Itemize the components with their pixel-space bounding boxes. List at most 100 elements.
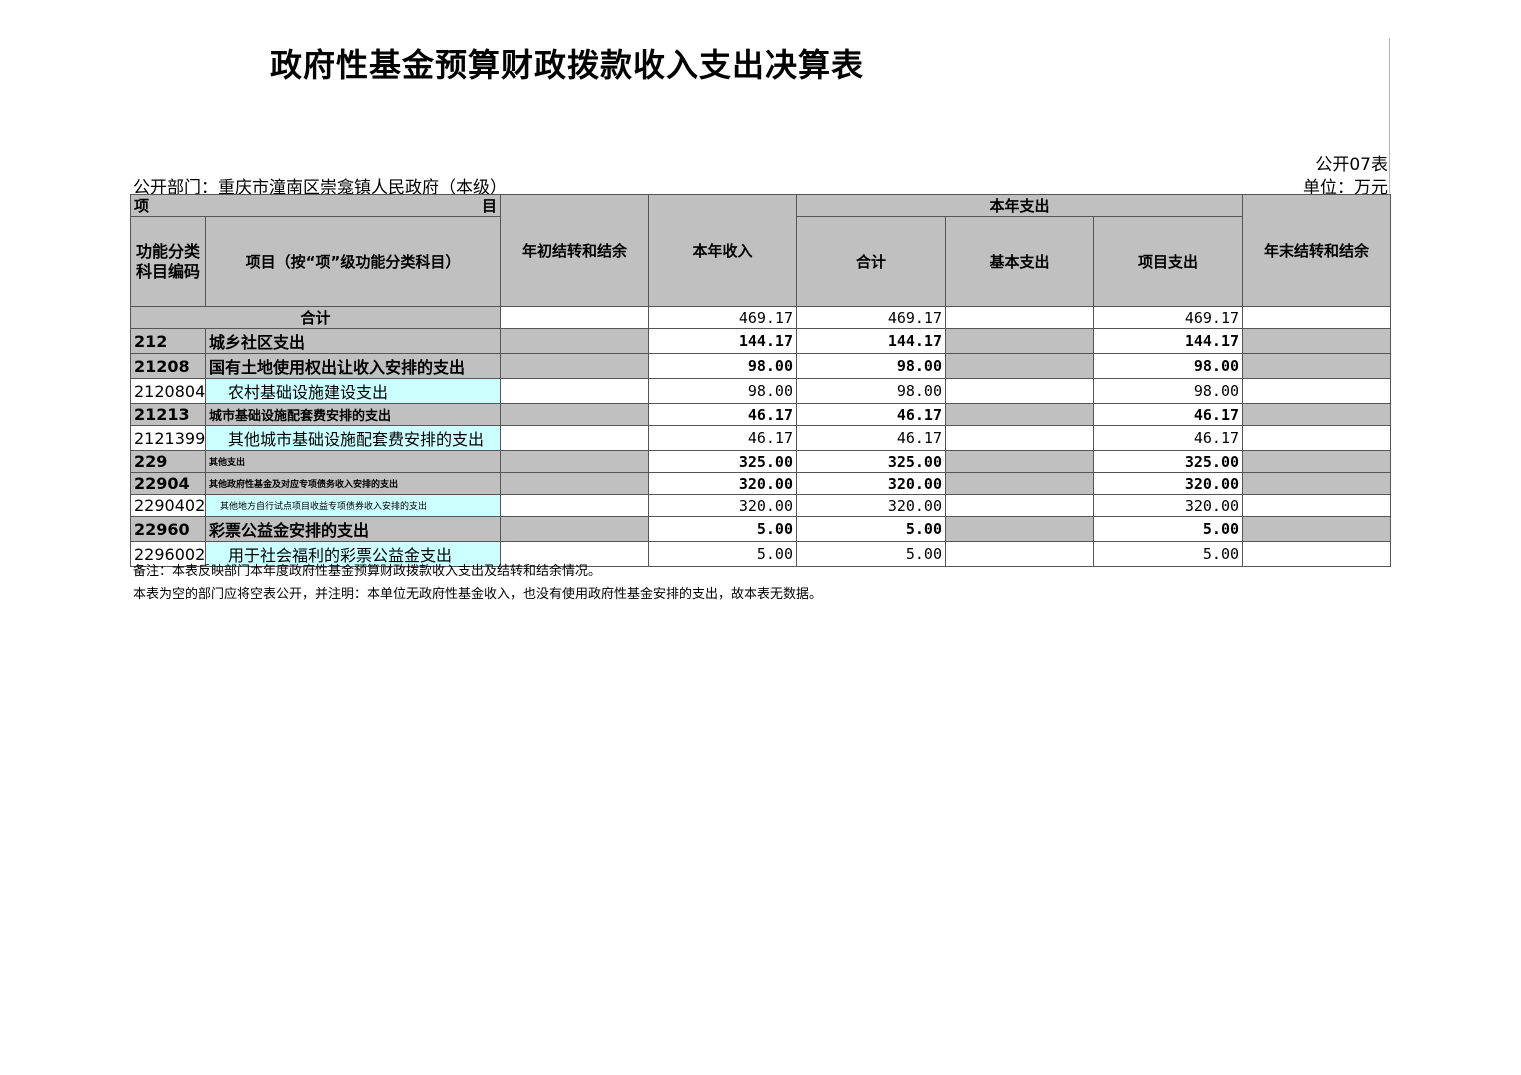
row-project: 98.00 bbox=[1092, 353, 1244, 379]
header-expense-total: 合计 bbox=[796, 216, 946, 307]
row-closing bbox=[1242, 403, 1392, 426]
table-row: 229 其他支出 325.00 325.00 325.00 bbox=[130, 450, 1392, 473]
row-total: 320.00 bbox=[796, 472, 946, 495]
page-edge-line bbox=[1389, 38, 1390, 193]
total-closing bbox=[1242, 306, 1392, 329]
row-total: 46.17 bbox=[796, 403, 946, 426]
row-income: 320.00 bbox=[648, 472, 797, 495]
row-basic bbox=[945, 425, 1094, 451]
row-total: 5.00 bbox=[796, 516, 946, 542]
row-code: 2290402 bbox=[130, 494, 206, 517]
row-project: 46.17 bbox=[1092, 403, 1244, 426]
total-project: 469.17 bbox=[1092, 306, 1244, 329]
row-basic bbox=[945, 494, 1094, 517]
row-project: 98.00 bbox=[1092, 378, 1244, 404]
note-remark: 备注：本表反映部门本年度政府性基金预算财政拨款收入支出及结转和结余情况。 bbox=[133, 564, 602, 579]
header-expense-group: 本年支出 bbox=[795, 194, 1244, 217]
header-item-right: 目 bbox=[481, 197, 497, 215]
row-name: 其他政府性基金及对应专项债务收入安排的支出 bbox=[205, 472, 501, 495]
row-name: 彩票公益金安排的支出 bbox=[205, 516, 501, 542]
row-basic bbox=[945, 472, 1094, 495]
row-name: 国有土地使用权出让收入安排的支出 bbox=[205, 353, 501, 379]
row-name: 城乡社区支出 bbox=[205, 328, 501, 354]
total-row: 合计 469.17 469.17 469.17 bbox=[130, 306, 1392, 329]
row-total: 46.17 bbox=[796, 425, 946, 451]
row-total: 144.17 bbox=[796, 328, 946, 354]
row-income: 98.00 bbox=[648, 353, 797, 379]
row-name: 农村基础设施建设支出 bbox=[205, 378, 501, 404]
total-income: 469.17 bbox=[648, 306, 797, 329]
row-closing bbox=[1242, 450, 1392, 473]
row-closing bbox=[1242, 425, 1392, 451]
table-row: 21213 城市基础设施配套费安排的支出 46.17 46.17 46.17 bbox=[130, 403, 1392, 426]
row-opening bbox=[500, 328, 649, 354]
row-code: 21208 bbox=[130, 353, 206, 379]
table-row: 212 城乡社区支出 144.17 144.17 144.17 bbox=[130, 328, 1392, 354]
row-basic bbox=[945, 403, 1094, 426]
header-income: 本年收入 bbox=[648, 194, 797, 307]
row-code: 212 bbox=[130, 328, 206, 354]
row-basic bbox=[945, 378, 1094, 404]
table-number: 公开07表 bbox=[1315, 155, 1388, 175]
row-basic bbox=[945, 541, 1094, 567]
row-total: 98.00 bbox=[796, 378, 946, 404]
row-basic bbox=[945, 328, 1094, 354]
row-opening bbox=[500, 403, 649, 426]
header-name: 项目（按“项”级功能分类科目） bbox=[205, 216, 501, 307]
row-project: 320.00 bbox=[1092, 472, 1244, 495]
total-opening bbox=[500, 306, 649, 329]
table-row: 21208 国有土地使用权出让收入安排的支出 98.00 98.00 98.00 bbox=[130, 353, 1392, 379]
note-empty-table: 本表为空的部门应将空表公开，并注明：本单位无政府性基金收入，也没有使用政府性基金… bbox=[133, 587, 823, 602]
header-item: 项 目 bbox=[130, 194, 501, 217]
row-project: 325.00 bbox=[1092, 450, 1244, 473]
row-income: 5.00 bbox=[648, 516, 797, 542]
row-opening bbox=[500, 378, 649, 404]
row-opening bbox=[500, 516, 649, 542]
row-income: 5.00 bbox=[648, 541, 797, 567]
total-basic bbox=[945, 306, 1094, 329]
row-opening bbox=[500, 353, 649, 379]
row-project: 46.17 bbox=[1092, 425, 1244, 451]
header-item-left: 项 bbox=[134, 197, 150, 215]
header-basic: 基本支出 bbox=[945, 216, 1094, 307]
table-row: 22960 彩票公益金安排的支出 5.00 5.00 5.00 bbox=[130, 516, 1392, 542]
row-total: 325.00 bbox=[796, 450, 946, 473]
header-opening: 年初结转和结余 bbox=[500, 194, 649, 307]
row-project: 5.00 bbox=[1092, 516, 1244, 542]
row-project: 320.00 bbox=[1092, 494, 1244, 517]
row-name: 城市基础设施配套费安排的支出 bbox=[205, 403, 501, 426]
row-income: 325.00 bbox=[648, 450, 797, 473]
table-row: 2290402 其他地方自行试点项目收益专项债券收入安排的支出 320.00 3… bbox=[130, 494, 1392, 517]
row-code: 2120804 bbox=[130, 378, 206, 404]
row-income: 46.17 bbox=[648, 425, 797, 451]
row-basic bbox=[945, 516, 1094, 542]
row-closing bbox=[1242, 328, 1392, 354]
row-closing bbox=[1242, 378, 1392, 404]
row-closing bbox=[1242, 472, 1392, 495]
row-total: 320.00 bbox=[796, 494, 946, 517]
header-closing: 年末结转和结余 bbox=[1242, 194, 1392, 307]
row-project: 5.00 bbox=[1092, 541, 1244, 567]
row-basic bbox=[945, 353, 1094, 379]
row-code: 2121399 bbox=[130, 425, 206, 451]
table-row: 2121399 其他城市基础设施配套费安排的支出 46.17 46.17 46.… bbox=[130, 425, 1392, 451]
row-name: 其他城市基础设施配套费安排的支出 bbox=[205, 425, 501, 451]
row-code: 21213 bbox=[130, 403, 206, 426]
row-code: 22904 bbox=[130, 472, 206, 495]
row-closing bbox=[1242, 494, 1392, 517]
page-title: 政府性基金预算财政拨款收入支出决算表 bbox=[270, 46, 865, 84]
row-opening bbox=[500, 425, 649, 451]
row-code: 229 bbox=[130, 450, 206, 473]
row-total: 98.00 bbox=[796, 353, 946, 379]
table-row: 22904 其他政府性基金及对应专项债务收入安排的支出 320.00 320.0… bbox=[130, 472, 1392, 495]
row-closing bbox=[1242, 353, 1392, 379]
row-basic bbox=[945, 450, 1094, 473]
table-row: 2120804 农村基础设施建设支出 98.00 98.00 98.00 bbox=[130, 378, 1392, 404]
row-closing bbox=[1242, 541, 1392, 567]
row-income: 144.17 bbox=[648, 328, 797, 354]
row-income: 46.17 bbox=[648, 403, 797, 426]
total-expense: 469.17 bbox=[796, 306, 946, 329]
budget-table: 项 目 年初结转和结余 本年收入 本年支出 年末结转和结余 功能分类科目编码 项… bbox=[130, 194, 1392, 567]
row-name: 其他地方自行试点项目收益专项债券收入安排的支出 bbox=[205, 494, 501, 517]
row-opening bbox=[500, 472, 649, 495]
